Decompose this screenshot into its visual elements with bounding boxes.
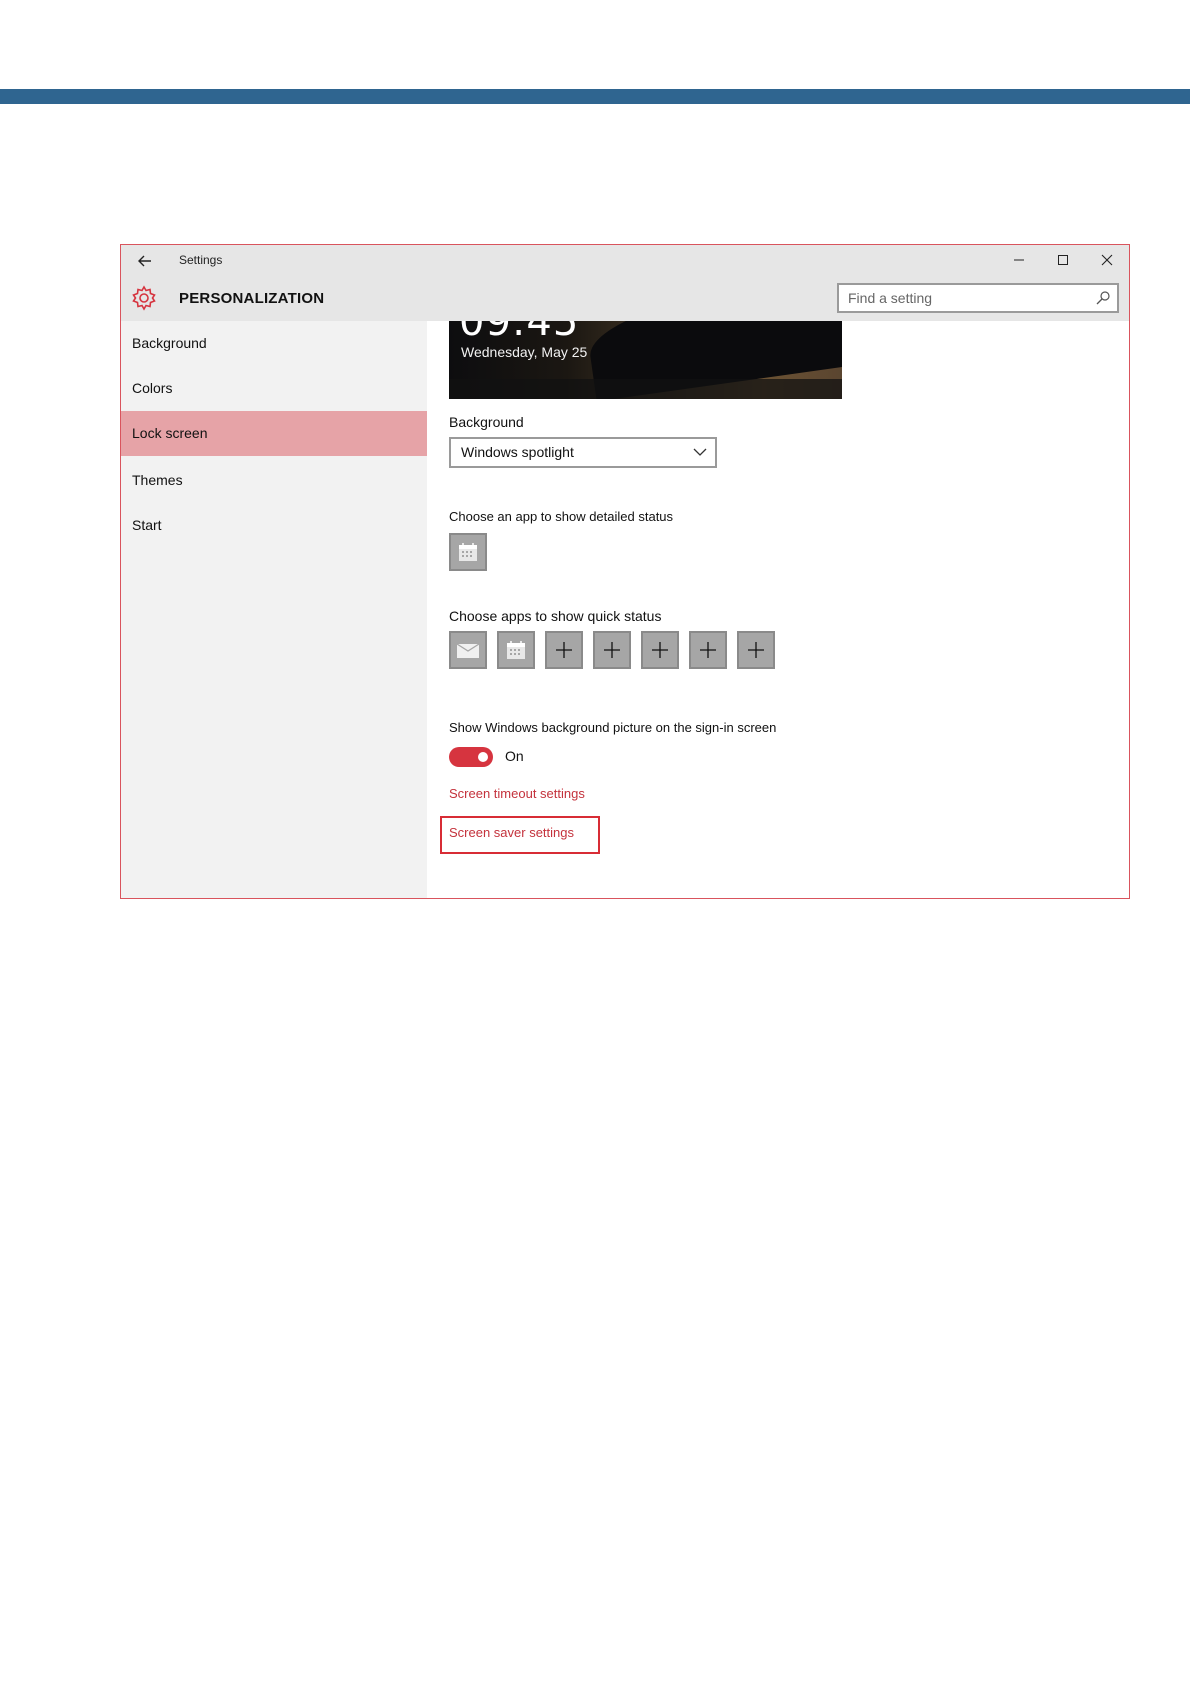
signin-background-label: Show Windows background picture on the s… <box>449 720 777 735</box>
toggle-knob <box>478 752 488 762</box>
quick-status-add-button[interactable] <box>689 631 727 669</box>
quick-status-add-button[interactable] <box>545 631 583 669</box>
mail-icon <box>456 643 480 658</box>
detailed-status-app-button[interactable] <box>449 533 487 571</box>
detailed-status-label: Choose an app to show detailed status <box>449 509 674 524</box>
maximize-button[interactable] <box>1041 245 1085 275</box>
plus-icon <box>604 642 620 658</box>
window-title: Settings <box>179 253 223 267</box>
search-icon[interactable] <box>1095 290 1111 306</box>
quick-status-add-button[interactable] <box>593 631 631 669</box>
gear-icon <box>132 285 156 311</box>
screen-saver-settings-link[interactable]: Screen saver settings <box>449 825 574 840</box>
window-controls <box>997 245 1129 275</box>
section-title: PERSONALIZATION <box>179 290 325 307</box>
close-button[interactable] <box>1085 245 1129 275</box>
plus-icon <box>748 642 764 658</box>
settings-window: Settings PERSONALIZATION Find a setting … <box>120 244 1130 899</box>
preview-floor <box>449 379 842 399</box>
toggle-state-label: On <box>505 748 524 764</box>
quick-status-label: Choose apps to show quick status <box>449 608 662 624</box>
search-box[interactable] <box>837 283 1119 313</box>
preview-time: 09:45 <box>459 321 580 345</box>
sidebar-item-background[interactable]: Background <box>121 321 427 366</box>
quick-status-add-button[interactable] <box>737 631 775 669</box>
plus-icon <box>556 642 572 658</box>
close-icon <box>1101 254 1113 266</box>
maximize-icon <box>1058 255 1068 265</box>
page-header-band <box>0 89 1190 104</box>
signin-background-toggle[interactable] <box>449 747 493 767</box>
plus-icon <box>700 642 716 658</box>
calendar-icon <box>459 543 477 561</box>
chevron-down-icon <box>693 448 707 456</box>
preview-date: Wednesday, May 25 <box>461 344 588 360</box>
screen-timeout-settings-link[interactable]: Screen timeout settings <box>449 786 585 801</box>
sidebar-item-colors[interactable]: Colors <box>121 366 427 411</box>
quick-status-calendar-button[interactable] <box>497 631 535 669</box>
minimize-icon <box>1014 259 1024 261</box>
plus-icon <box>652 642 668 658</box>
lock-screen-preview: 09:45 Wednesday, May 25 <box>449 321 842 399</box>
quick-status-mail-button[interactable] <box>449 631 487 669</box>
sidebar: Background Colors Lock screen Themes Sta… <box>121 321 427 898</box>
background-dropdown-value: Windows spotlight <box>461 444 574 460</box>
main-content: 09:45 Wednesday, May 25 Background Windo… <box>427 321 1129 898</box>
background-dropdown[interactable]: Windows spotlight <box>449 437 717 468</box>
background-label: Background <box>449 414 524 430</box>
search-input[interactable] <box>839 285 1098 311</box>
calendar-icon <box>507 641 525 659</box>
back-arrow-icon[interactable] <box>135 251 155 271</box>
quick-status-add-button[interactable] <box>641 631 679 669</box>
minimize-button[interactable] <box>997 245 1041 275</box>
sidebar-item-themes[interactable]: Themes <box>121 458 427 503</box>
window-header: Settings PERSONALIZATION <box>121 245 1129 321</box>
sidebar-item-lock-screen[interactable]: Lock screen <box>121 411 427 456</box>
sidebar-item-start[interactable]: Start <box>121 503 427 548</box>
